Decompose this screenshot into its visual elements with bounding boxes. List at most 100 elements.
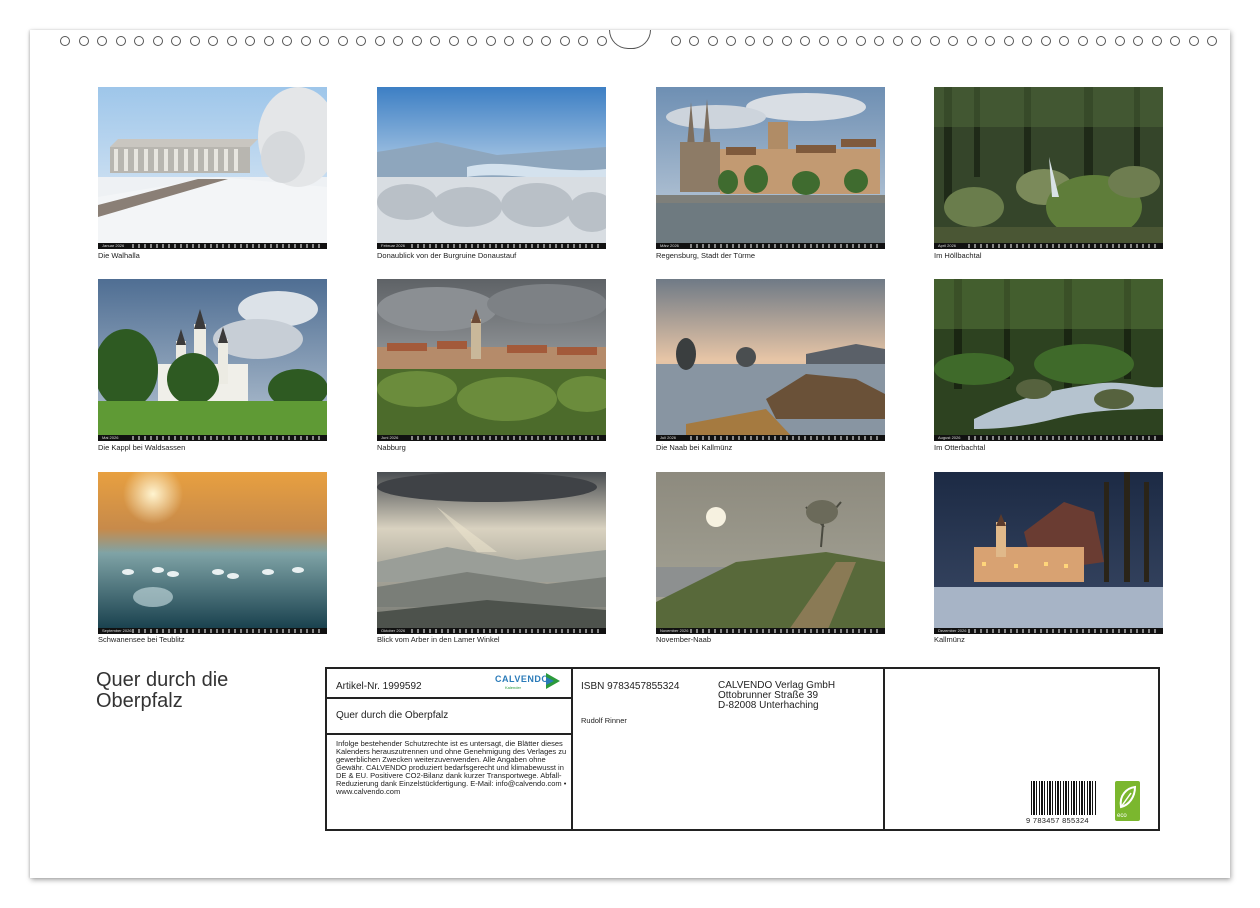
kallmuenz-image <box>934 472 1163 634</box>
binding-ring <box>726 36 736 46</box>
binding-ring <box>1170 36 1180 46</box>
month-label: Juli 2026 <box>660 435 677 440</box>
binding-ring <box>559 36 570 46</box>
isbn: ISBN 9783457855324 <box>581 681 680 692</box>
month-label: Oktober 2026 <box>381 628 406 633</box>
kappl-image <box>98 279 327 441</box>
binding-ring <box>337 36 348 46</box>
month-label: August 2026 <box>938 435 961 440</box>
month-thumbnail-august: August 2026 <box>934 279 1163 441</box>
binding-ring <box>60 36 70 46</box>
binding-ring <box>152 36 163 46</box>
binding-ring <box>1077 36 1088 46</box>
caption-march: Regensburg, Stadt der Türme <box>656 251 756 260</box>
leaf-icon <box>1119 785 1137 809</box>
eco-label: eco <box>1117 813 1127 819</box>
caption-february: Donaublick von der Burgruine Donaustauf <box>377 251 517 260</box>
binding-ring <box>689 36 699 46</box>
binding-ring <box>892 36 903 46</box>
binding-ring <box>467 36 477 46</box>
binding-ring <box>263 36 274 46</box>
legal-notice: Infolge bestehender Schutzrechte ist es … <box>336 739 567 796</box>
binding-ring <box>393 36 403 46</box>
binding-ring <box>763 36 773 46</box>
month-thumbnail-january: Januar 2026 <box>98 87 327 249</box>
calvendo-logo-icon <box>546 673 560 689</box>
author: Rudolf Rinner <box>581 716 627 725</box>
binding-ring <box>1003 36 1014 46</box>
month-thumbnail-november: November 2026 <box>656 472 885 634</box>
month-thumbnail-march: März 2026 <box>656 87 885 249</box>
binding-ring <box>1133 36 1143 46</box>
calvendo-logo: CALVENDO <box>495 674 549 684</box>
month-label: Januar 2026 <box>102 243 125 248</box>
publisher-city: D-82008 Unterhaching <box>718 700 819 711</box>
binding-ring <box>189 36 200 46</box>
article-number: Artikel-Nr. 1999592 <box>336 681 422 692</box>
binding-ring <box>1188 36 1199 46</box>
caption-april: Im Höllbachtal <box>934 251 982 260</box>
binding-ring <box>874 36 884 46</box>
binding-ring <box>707 36 718 46</box>
info-title: Quer durch die Oberpfalz <box>336 710 449 721</box>
binding-ring <box>97 36 107 46</box>
month-thumbnail-september: September 2026 <box>98 472 327 634</box>
binding-ring <box>485 36 496 46</box>
month-thumbnail-october: Oktober 2026 <box>377 472 606 634</box>
month-label: Juni 2026 <box>381 435 399 440</box>
schwanensee-image <box>98 472 327 634</box>
caption-may: Die Kappl bei Waldsassen <box>98 443 186 452</box>
binding-ring <box>374 36 385 46</box>
calvendo-logo-sub: Kalender <box>505 685 522 690</box>
caption-january: Die Walhalla <box>98 251 140 260</box>
donaublick-image <box>377 87 606 249</box>
caption-september: Schwanensee bei Teublitz <box>98 635 185 644</box>
month-thumbnail-may: Mai 2026 <box>98 279 327 441</box>
binding-ring <box>670 36 681 46</box>
month-thumbnail-june: Juni 2026 <box>377 279 606 441</box>
binding-ring <box>411 36 422 46</box>
binding-ring <box>1022 36 1032 46</box>
month-label: November 2026 <box>660 628 689 633</box>
month-thumbnail-february: Februar 2026 <box>377 87 606 249</box>
arber-image <box>377 472 606 634</box>
binding-ring <box>300 36 311 46</box>
caption-june: Nabburg <box>377 443 406 452</box>
binding-ring <box>115 36 126 46</box>
month-thumbnail-july: Juli 2026 <box>656 279 885 441</box>
month-label: Dezember 2026 <box>938 628 967 633</box>
month-label: April 2026 <box>938 243 957 248</box>
binding-ring <box>800 36 810 46</box>
binding-ring <box>208 36 218 46</box>
binding-ring <box>282 36 292 46</box>
binding-ring <box>855 36 866 46</box>
binding-ring <box>430 36 440 46</box>
nabburg-image <box>377 279 606 441</box>
binding-ring <box>134 36 144 46</box>
binding-ring <box>1059 36 1069 46</box>
month-label: März 2026 <box>660 243 679 248</box>
binding-ring <box>744 36 755 46</box>
binding-ring <box>78 36 89 46</box>
binding-ring <box>985 36 995 46</box>
binding-ring <box>948 36 958 46</box>
binding-ring <box>319 36 329 46</box>
binding-ring <box>596 36 607 46</box>
hoellbachtal-image <box>934 87 1163 249</box>
caption-november: November-Naab <box>656 635 712 644</box>
binding-ring <box>522 36 533 46</box>
caption-december: Kallmünz <box>934 635 965 644</box>
binding-ring <box>578 36 588 46</box>
regensburg-image <box>656 87 885 249</box>
binding-ring <box>818 36 829 46</box>
caption-july: Die Naab bei Kallmünz <box>656 443 733 452</box>
naab-kallmuenz-image <box>656 279 885 441</box>
walhalla-image <box>98 87 327 249</box>
binding-ring <box>226 36 237 46</box>
otterbachtal-image <box>934 279 1163 441</box>
binding-ring <box>1114 36 1125 46</box>
binding-ring <box>781 36 792 46</box>
binding-ring <box>1096 36 1106 46</box>
binding-ring <box>837 36 847 46</box>
binding-ring <box>966 36 977 46</box>
